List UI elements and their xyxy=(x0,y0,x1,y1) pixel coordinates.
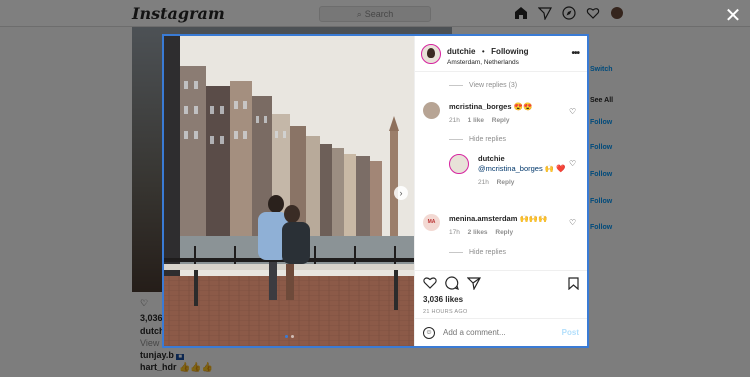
hide-replies-label: Hide replies xyxy=(469,249,506,256)
reply-reply-button[interactable]: Reply xyxy=(497,179,515,186)
reply-text: 🙌 ❤️ xyxy=(544,164,566,174)
hide-replies-toggle[interactable]: Hide replies xyxy=(449,249,506,256)
author-info: dutchie • Following Amsterdam, Netherlan… xyxy=(447,40,529,67)
view-replies-label: View replies (3) xyxy=(469,82,518,89)
reply-like-heart-icon[interactable]: ♡ xyxy=(569,160,577,168)
reply-mention[interactable]: @mcristina_borges xyxy=(478,164,543,173)
more-options-icon[interactable]: ••• xyxy=(571,48,579,59)
comment-text: 😍😍 xyxy=(513,102,533,111)
header-separator: • xyxy=(481,47,485,56)
like-heart-icon[interactable] xyxy=(423,276,437,292)
commenter-avatar[interactable] xyxy=(423,102,440,119)
comment-body: mcristina_borges 😍😍 21h 1 like Reply xyxy=(449,102,579,126)
comment-reply-button[interactable]: Reply xyxy=(495,229,513,236)
comment-like-heart-icon[interactable]: ♡ xyxy=(569,108,577,116)
next-photo-chevron-icon[interactable]: › xyxy=(394,186,408,200)
add-comment-input[interactable] xyxy=(443,328,562,337)
likes-count[interactable]: 3,036 likes xyxy=(423,295,579,304)
emoji-smiley-icon[interactable]: ☺ xyxy=(423,326,435,339)
author-username[interactable]: dutchie xyxy=(447,47,475,56)
comment-like-heart-icon[interactable]: ♡ xyxy=(569,219,577,227)
comment-time[interactable]: 21h xyxy=(449,117,460,124)
comment-likes[interactable]: 2 likes xyxy=(468,229,488,236)
comment-meta: 21h 1 like Reply xyxy=(449,117,579,126)
carousel-dots xyxy=(164,335,414,338)
replies-line xyxy=(449,85,463,86)
following-button[interactable]: Following xyxy=(491,47,528,56)
post-modal: › dutchie • Following Amsterdam, Netherl… xyxy=(162,34,589,348)
post-comment-button[interactable]: Post xyxy=(562,328,579,337)
location-link[interactable]: Amsterdam, Netherlands xyxy=(447,59,529,67)
post-sidebar: dutchie • Following Amsterdam, Netherlan… xyxy=(414,36,587,346)
reply-time[interactable]: 21h xyxy=(478,179,489,186)
reply-username[interactable]: dutchie xyxy=(478,154,505,163)
add-comment-row: ☺ Post xyxy=(415,318,587,346)
amsterdam-canal-illustration xyxy=(164,36,414,346)
author-avatar[interactable] xyxy=(421,43,441,64)
comment-time[interactable]: 17h xyxy=(449,229,460,236)
post-header: dutchie • Following Amsterdam, Netherlan… xyxy=(415,36,587,72)
comments-list: View replies (3) mcristina_borges 😍😍 21h… xyxy=(415,72,587,270)
carousel-dot xyxy=(290,335,294,338)
hide-replies-toggle[interactable]: Hide replies xyxy=(449,136,506,143)
reply-meta: 21h Reply xyxy=(478,179,579,188)
action-icons xyxy=(423,275,579,293)
share-direct-icon[interactable] xyxy=(466,276,482,293)
commenter-avatar[interactable]: MA xyxy=(423,214,440,231)
post-photo[interactable]: › xyxy=(164,36,414,346)
comment-likes[interactable]: 1 like xyxy=(468,117,484,124)
reply-item: dutchie @mcristina_borges 🙌 ❤️ 21h Reply xyxy=(449,154,579,188)
comment-text: 🙌🙌🙌 xyxy=(519,214,548,223)
comment-username[interactable]: menina.amsterdam xyxy=(449,214,517,223)
replies-line xyxy=(449,252,463,253)
comment-reply-button[interactable]: Reply xyxy=(492,117,510,124)
comment-item: mcristina_borges 😍😍 21h 1 like Reply xyxy=(423,102,579,126)
reply-body: dutchie @mcristina_borges 🙌 ❤️ 21h Reply xyxy=(478,154,579,188)
comment-bubble-icon[interactable] xyxy=(445,275,459,293)
carousel-dot-active xyxy=(284,335,288,338)
comment-username[interactable]: mcristina_borges xyxy=(449,102,512,111)
view-replies-toggle[interactable]: View replies (3) xyxy=(449,82,517,89)
reply-avatar[interactable] xyxy=(449,154,469,174)
post-timestamp[interactable]: 21 HOURS AGO xyxy=(423,309,579,315)
bookmark-icon[interactable] xyxy=(568,277,579,293)
hide-replies-label: Hide replies xyxy=(469,136,506,143)
comment-item: MA menina.amsterdam 🙌🙌🙌 17h 2 likes Repl… xyxy=(423,214,579,238)
close-icon[interactable]: ✕ xyxy=(724,6,742,26)
comment-meta: 17h 2 likes Reply xyxy=(449,229,579,238)
replies-line xyxy=(449,139,463,140)
comment-body: menina.amsterdam 🙌🙌🙌 17h 2 likes Reply xyxy=(449,214,579,238)
post-actions: 3,036 likes 21 HOURS AGO xyxy=(415,270,587,318)
